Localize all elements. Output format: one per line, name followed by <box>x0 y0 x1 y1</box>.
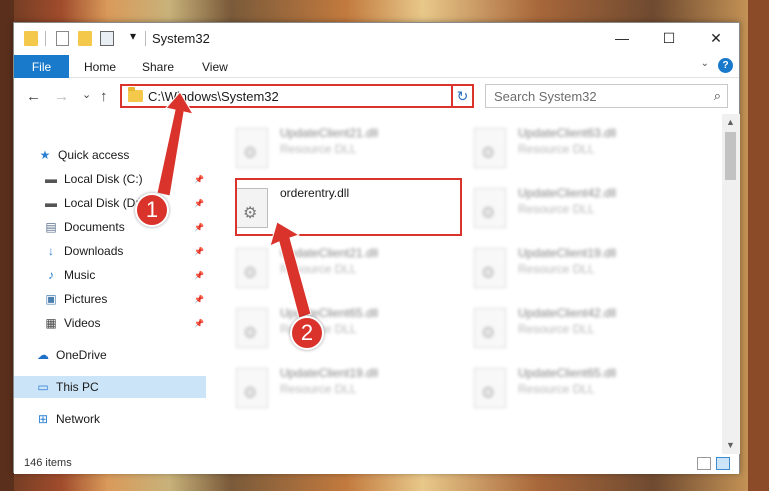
arrow-to-orderentry <box>269 221 312 319</box>
step-marker-1: 1 <box>135 193 169 227</box>
annotation-arrows <box>156 91 312 319</box>
arrow-to-address-bar <box>156 91 195 197</box>
step-marker-2: 2 <box>290 316 324 350</box>
